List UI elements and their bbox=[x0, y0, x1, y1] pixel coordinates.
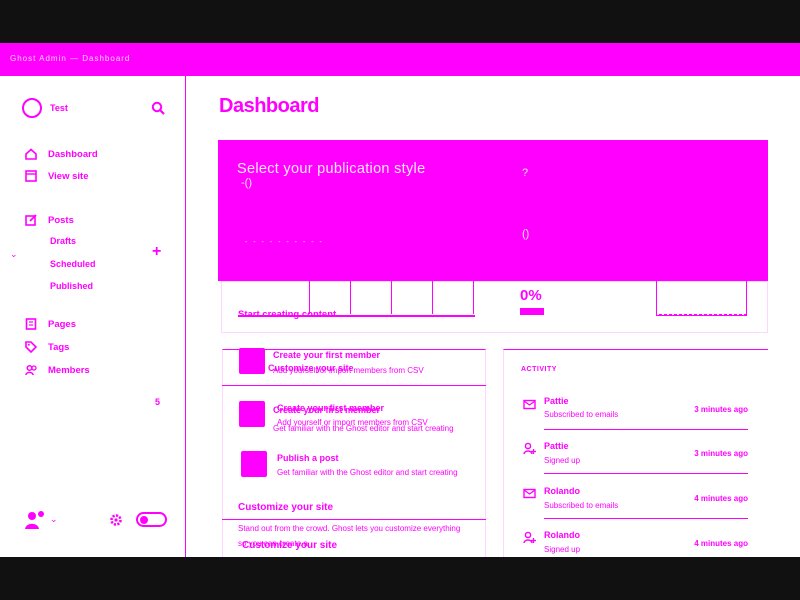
activity-desc: Signed up bbox=[544, 545, 581, 554]
dark-mode-toggle[interactable] bbox=[136, 512, 167, 527]
segment-divider bbox=[391, 281, 392, 314]
browser-icon bbox=[24, 169, 38, 183]
customize-site-title[interactable]: Customize your site bbox=[238, 502, 333, 513]
activity-divider bbox=[544, 518, 748, 519]
mail-icon bbox=[523, 399, 536, 410]
members-count: 5 bbox=[155, 397, 161, 407]
activity-desc: Subscribed to emails bbox=[544, 501, 619, 510]
task-desc-overlay: Get familiar with the Ghost editor and s… bbox=[273, 424, 454, 433]
task-desc: Get familiar with the Ghost editor and s… bbox=[277, 468, 458, 477]
sidebar-item-label: Tags bbox=[48, 341, 70, 353]
activity-heading: ACTIVITY bbox=[521, 366, 557, 373]
user-plus-icon bbox=[523, 531, 536, 544]
letterbox-top bbox=[0, 0, 800, 43]
app-screen: Ghost Admin — Dashboard Test Dashboard V… bbox=[0, 43, 800, 557]
sidebar-item-pages[interactable]: Pages bbox=[24, 317, 76, 331]
publication-style-subtitle: - - - - - - - - - - bbox=[245, 239, 324, 246]
page-icon bbox=[24, 317, 38, 331]
post-task-icon bbox=[241, 451, 267, 477]
progress-bar bbox=[520, 308, 544, 315]
activity-desc: Signed up bbox=[544, 456, 581, 465]
task-desc: Add yourself or import members from CSV bbox=[273, 366, 424, 375]
publication-style-panel[interactable]: Select your publication style -() ? () -… bbox=[218, 140, 768, 281]
sidebar-item-label: Members bbox=[48, 364, 90, 376]
chevron-down-icon[interactable]: ⌄ bbox=[50, 514, 58, 525]
publication-glyph: -() bbox=[241, 177, 252, 189]
dashed-line bbox=[659, 314, 747, 315]
activity-name[interactable]: Pattie bbox=[544, 396, 569, 406]
sidebar-item-view-site[interactable]: View site bbox=[24, 169, 89, 183]
tag-icon bbox=[24, 340, 38, 354]
sidebar-item-members[interactable]: Members bbox=[24, 363, 90, 377]
browser-topbar: Ghost Admin — Dashboard bbox=[0, 43, 800, 76]
sidebar: Test Dashboard View site ⌄ Posts + Draft… bbox=[0, 76, 186, 557]
segment-divider bbox=[350, 281, 351, 314]
activity-name[interactable]: Rolando bbox=[544, 530, 580, 540]
home-icon bbox=[24, 147, 38, 161]
member-task-icon bbox=[239, 401, 265, 427]
progress-percent: 0% bbox=[520, 287, 542, 304]
activity-time: 4 minutes ago bbox=[694, 494, 748, 503]
sidebar-item-label: Posts bbox=[48, 214, 74, 226]
sidebar-item-dashboard[interactable]: Dashboard bbox=[24, 147, 98, 161]
sidebar-item-label: Dashboard bbox=[48, 148, 98, 160]
publication-glyph: ? bbox=[522, 167, 529, 179]
activity-time: 3 minutes ago bbox=[694, 449, 748, 458]
activity-divider bbox=[544, 429, 748, 430]
site-logo[interactable] bbox=[22, 98, 42, 118]
activity-divider bbox=[544, 473, 748, 474]
sidebar-item-label: View site bbox=[48, 170, 89, 182]
sidebar-item-published[interactable]: Published bbox=[50, 281, 93, 291]
sidebar-item-scheduled[interactable]: Scheduled bbox=[50, 259, 96, 269]
publication-glyph: () bbox=[522, 228, 530, 240]
edit-icon bbox=[24, 213, 38, 227]
task-title[interactable]: Publish a post bbox=[277, 453, 339, 463]
page-title: Dashboard bbox=[219, 95, 319, 117]
customize-site-overlay: Customize your site bbox=[242, 540, 338, 551]
task-title-overlay: Create your first member bbox=[273, 405, 381, 415]
segment-divider bbox=[473, 281, 474, 314]
chevron-down-icon[interactable]: ⌄ bbox=[10, 249, 18, 260]
toggle-knob bbox=[140, 515, 148, 524]
sidebar-item-drafts[interactable]: Drafts bbox=[50, 236, 76, 246]
task-divider bbox=[222, 519, 486, 520]
sidebar-item-label: Pages bbox=[48, 318, 76, 330]
start-creating-title[interactable]: Start creating content bbox=[238, 309, 336, 320]
task-divider bbox=[222, 385, 486, 386]
task-title[interactable]: Create your first member bbox=[273, 350, 380, 360]
user-plus-icon bbox=[523, 442, 536, 455]
activity-name[interactable]: Pattie bbox=[544, 441, 569, 451]
topbar-text: Ghost Admin — Dashboard bbox=[10, 54, 131, 63]
sidebar-item-tags[interactable]: Tags bbox=[24, 340, 69, 354]
mail-icon bbox=[523, 488, 536, 499]
sidebar-item-posts[interactable]: Posts bbox=[24, 213, 74, 227]
chart-placeholder bbox=[656, 281, 747, 316]
gear-icon[interactable] bbox=[109, 513, 123, 527]
activity-desc: Subscribed to emails bbox=[544, 410, 619, 419]
letterbox-bottom bbox=[0, 557, 800, 600]
activity-time: 4 minutes ago bbox=[694, 539, 748, 548]
activity-time: 3 minutes ago bbox=[694, 405, 748, 414]
activity-name[interactable]: Rolando bbox=[544, 486, 580, 496]
members-icon bbox=[24, 363, 38, 377]
site-name[interactable]: Test bbox=[50, 103, 68, 113]
avatar[interactable] bbox=[24, 511, 46, 529]
member-task-icon bbox=[239, 348, 265, 374]
segment-divider bbox=[432, 281, 433, 314]
search-icon[interactable] bbox=[151, 101, 165, 115]
publication-style-title: Select your publication style bbox=[237, 161, 426, 177]
add-post-icon[interactable]: + bbox=[152, 244, 161, 260]
